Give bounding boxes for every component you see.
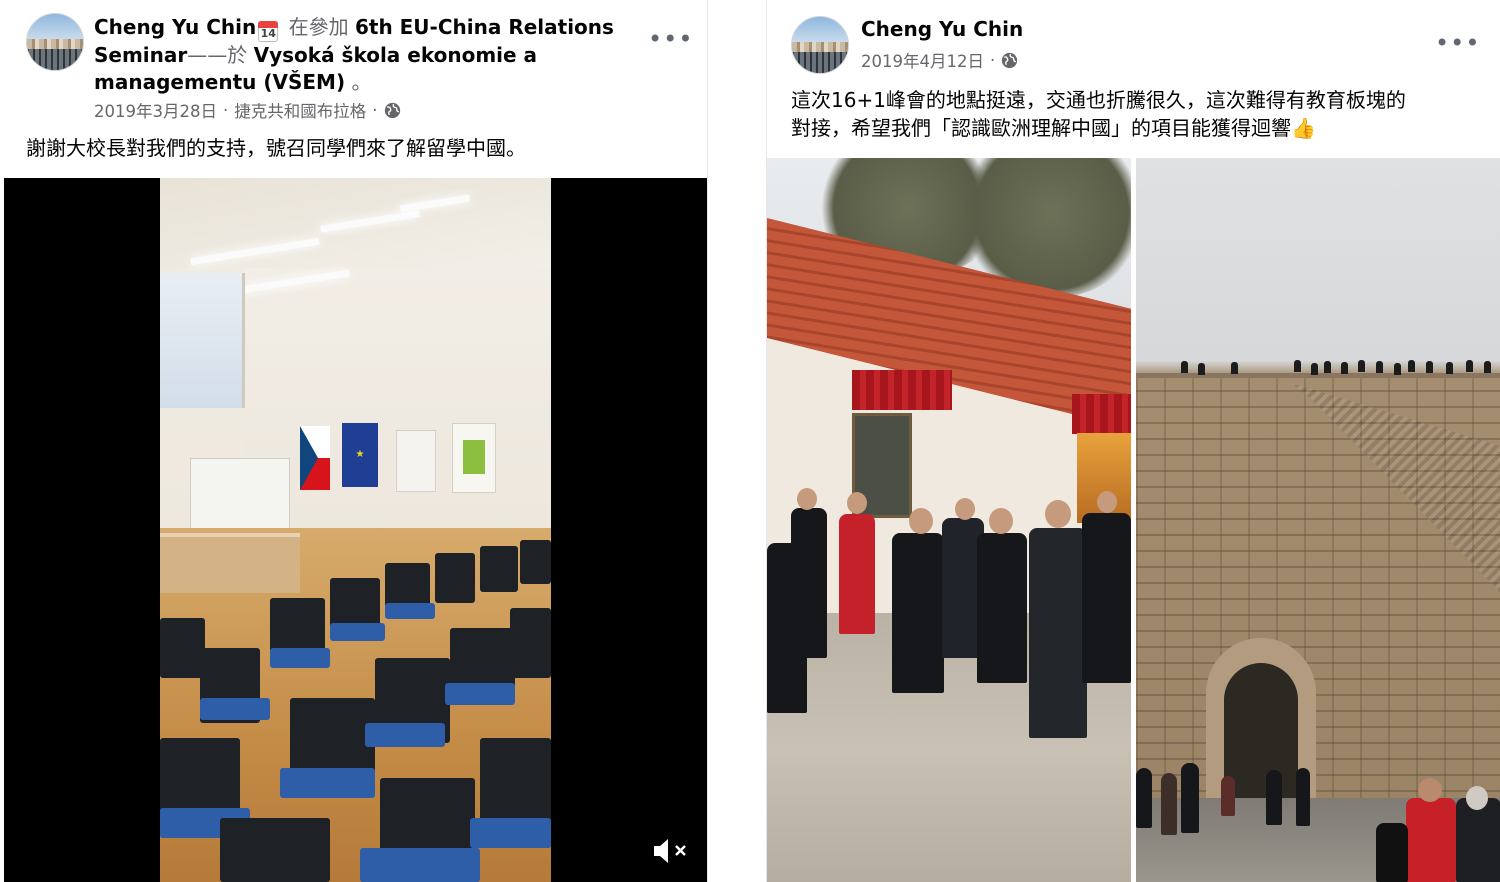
post-text-line-2: 對接，希望我們「認識歐洲理解中國」的項目能獲得迴響	[791, 116, 1291, 140]
author-name[interactable]: Cheng Yu Chin	[861, 17, 1023, 41]
post-date[interactable]: 2019年4月12日	[861, 48, 984, 72]
author-name[interactable]: Cheng Yu Chin	[94, 15, 256, 39]
video-player[interactable]: ★	[4, 178, 707, 882]
photo-delegation-walking[interactable]	[767, 158, 1131, 882]
muted-speaker-icon[interactable]	[652, 836, 688, 866]
post-location[interactable]: 捷克共和國布拉格	[234, 98, 366, 122]
more-options-button[interactable]: •••	[1435, 31, 1480, 55]
photo-city-wall-gate[interactable]	[1136, 158, 1500, 882]
globe-icon[interactable]	[1001, 52, 1018, 69]
header-activity-text: 在參加	[282, 15, 355, 39]
header-end-text: 。	[345, 70, 372, 94]
more-options-button[interactable]: •••	[648, 27, 693, 51]
post-header: Cheng Yu Chin	[861, 16, 1023, 43]
calendar-icon: 14	[258, 21, 279, 42]
meta-separator: ·	[223, 100, 229, 120]
post-text: 謝謝大校長對我們的支持，號召同學們來了解留學中國。	[26, 136, 526, 160]
author-avatar[interactable]	[26, 13, 84, 71]
video-frame-lecture-hall: ★	[160, 178, 551, 882]
post-meta: 2019年3月28日 · 捷克共和國布拉格 ·	[94, 98, 401, 122]
post-date[interactable]: 2019年3月28日	[94, 98, 217, 122]
globe-icon[interactable]	[384, 102, 401, 119]
post-meta: 2019年4月12日 ·	[861, 48, 1018, 72]
post-text-line-1: 這次16+1峰會的地點挺遠，交通也折騰很久，這次難得有教育板塊的	[791, 88, 1406, 112]
post-card-right: Cheng Yu Chin 2019年4月12日 · ••• 這次16+1峰會的…	[766, 0, 1500, 882]
meta-separator: ·	[990, 50, 996, 70]
post-text: 這次16+1峰會的地點挺遠，交通也折騰很久，這次難得有教育板塊的 對接，希望我們…	[791, 86, 1491, 142]
author-avatar[interactable]	[791, 16, 849, 74]
header-connector-text: ——於	[187, 43, 254, 67]
post-header: Cheng Yu Chin 14 在參加 6th EU-China Relatio…	[94, 14, 614, 96]
thumbs-up-emoji: 👍	[1291, 116, 1316, 140]
meta-separator: ·	[372, 100, 378, 120]
post-card-left: Cheng Yu Chin 14 在參加 6th EU-China Relatio…	[4, 0, 708, 882]
